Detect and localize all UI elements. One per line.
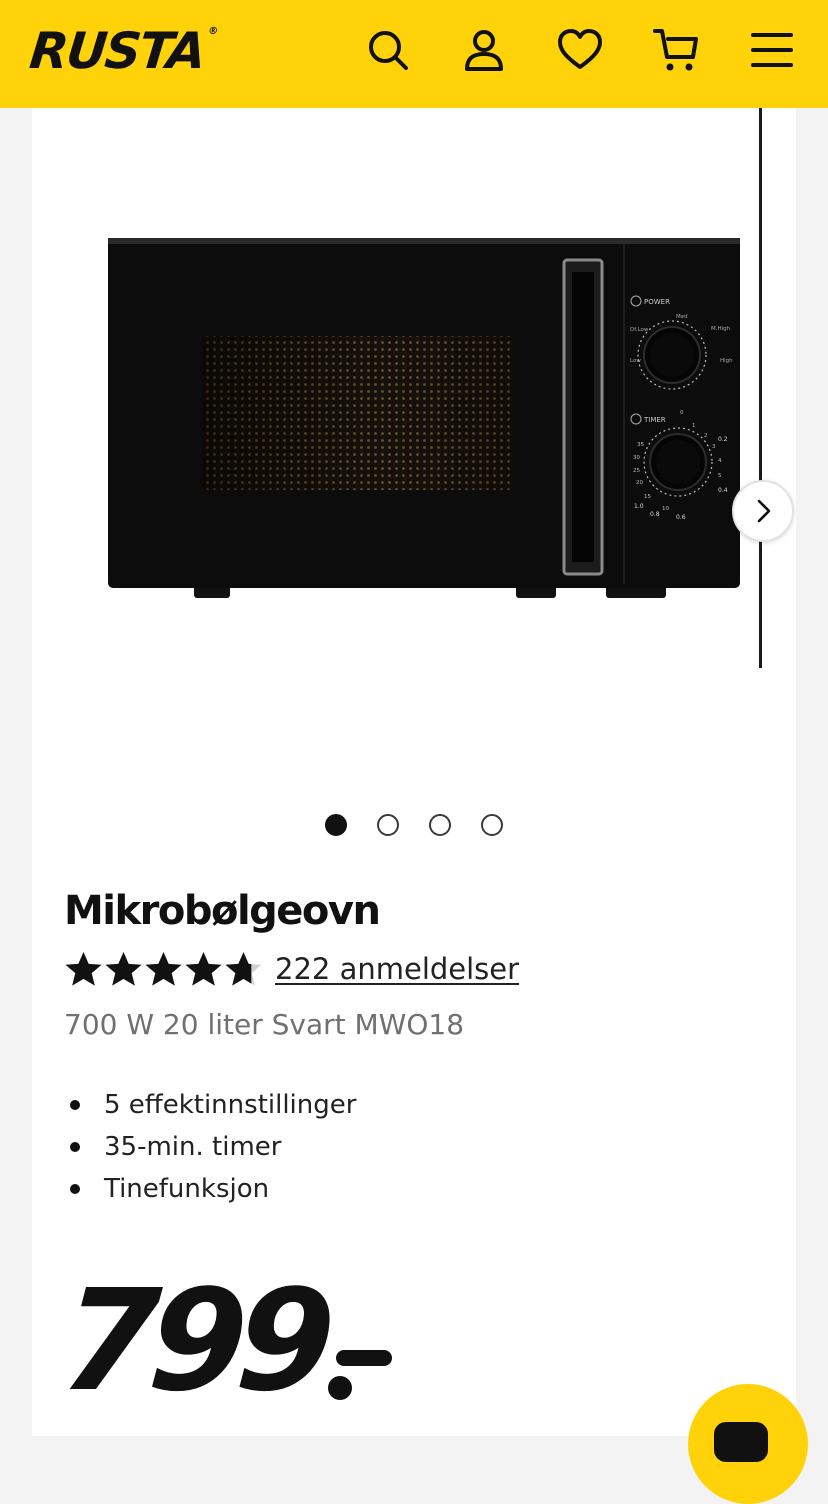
gallery-dot[interactable]: [377, 814, 399, 836]
timer-mark: 20: [636, 480, 643, 486]
bullet-icon: [70, 1184, 80, 1194]
cart-button[interactable]: [648, 22, 704, 78]
power-setting-high: High: [720, 358, 733, 364]
microwave-image: POWER Low Df.Low Med M.High High TIMER 0…: [108, 238, 740, 598]
chat-icon: [714, 1422, 768, 1462]
registered-mark: ®: [207, 26, 219, 37]
star-icon: [105, 951, 142, 986]
weight-mark: 0.2: [718, 436, 728, 443]
gallery-pagination: [325, 814, 503, 836]
timer-mark: 5: [718, 473, 722, 479]
product-gallery[interactable]: POWER Low Df.Low Med M.High High TIMER 0…: [32, 108, 796, 728]
product-title: Mikrobølgeovn: [64, 888, 381, 934]
reviews-link[interactable]: 222 anmeldelser: [275, 952, 519, 986]
rusta-logo[interactable]: RUSTA ®: [26, 16, 219, 86]
logo-text: RUSTA: [26, 22, 208, 80]
timer-mark: 0: [680, 410, 684, 416]
timer-mark: 10: [662, 506, 669, 512]
product-rating: 222 anmeldelser: [64, 946, 519, 992]
feature-text: Tinefunksjon: [104, 1174, 270, 1204]
feature-text: 35-min. timer: [104, 1132, 282, 1162]
gallery-dot[interactable]: [429, 814, 451, 836]
account-icon: [465, 30, 503, 71]
rating-stars: [64, 950, 263, 989]
feature-item: 5 effektinnstillinger: [64, 1084, 356, 1126]
timer-mark: 3: [712, 444, 716, 450]
timer-label: TIMER: [643, 416, 666, 424]
account-button[interactable]: [456, 22, 512, 78]
price-dash: [328, 1342, 393, 1402]
power-setting-df-low: Df.Low: [630, 327, 649, 333]
timer-mark: 1: [692, 423, 696, 429]
weight-mark: 0.4: [718, 487, 728, 494]
cart-icon: [653, 29, 698, 71]
weight-mark: 0.8: [650, 511, 660, 518]
price-value: 799: [56, 1260, 330, 1423]
menu-icon: [751, 33, 793, 67]
timer-mark: 35: [637, 442, 644, 448]
power-label: POWER: [644, 298, 670, 306]
feature-item: Tinefunksjon: [64, 1168, 356, 1210]
feature-text: 5 effektinnstillinger: [104, 1090, 357, 1120]
site-header: RUSTA ®: [0, 0, 828, 108]
power-setting-med: Med: [676, 314, 688, 320]
timer-mark: 25: [633, 468, 640, 474]
chat-button[interactable]: [688, 1384, 808, 1504]
timer-mark: 15: [644, 494, 651, 500]
weight-mark: 1.0: [634, 503, 644, 510]
product-price: 799: [56, 1260, 393, 1423]
timer-mark: 4: [718, 458, 722, 464]
feature-list: 5 effektinnstillinger 35-min. timer Tinefu…: [64, 1084, 356, 1210]
power-setting-low: Low: [630, 358, 641, 364]
feature-item: 35-min. timer: [64, 1126, 356, 1168]
gallery-next-button[interactable]: [732, 480, 794, 542]
star-icon: [225, 951, 262, 986]
product-subtitle: 700 W 20 liter Svart MWO18: [64, 1008, 465, 1041]
bullet-icon: [70, 1100, 80, 1110]
star-icon: [65, 951, 102, 986]
search-icon: [369, 31, 408, 70]
bullet-icon: [70, 1142, 80, 1152]
star-icon: [185, 951, 222, 986]
next-slide-preview: [759, 108, 762, 668]
weight-mark: 0.6: [676, 514, 686, 521]
gallery-dot[interactable]: [481, 814, 503, 836]
star-icon: [145, 951, 182, 986]
timer-mark: 30: [633, 455, 640, 461]
power-setting-m-high: M.High: [711, 326, 731, 332]
menu-button[interactable]: [744, 22, 800, 78]
gallery-dot[interactable]: [325, 814, 347, 836]
timer-mark: 2: [704, 433, 708, 439]
chevron-right-icon: [757, 499, 771, 523]
heart-icon: [558, 29, 602, 69]
wishlist-button[interactable]: [552, 22, 608, 78]
search-button[interactable]: [360, 22, 416, 78]
